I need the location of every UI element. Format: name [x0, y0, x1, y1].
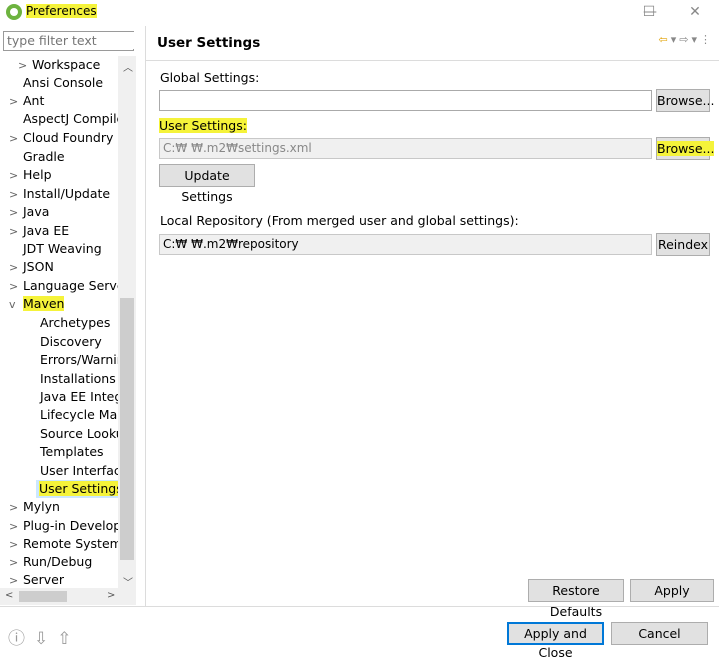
- tree-item-user-interface[interactable]: User Interface: [26, 462, 128, 480]
- tree-item-plugin-development[interactable]: >Plug-in Development: [9, 517, 136, 535]
- forward-icon[interactable]: ⇨: [679, 33, 688, 46]
- restore-defaults-button[interactable]: Restore Defaults: [528, 579, 624, 619]
- import-icon[interactable]: ⇩: [34, 629, 48, 649]
- tree-horizontal-scrollbar[interactable]: < >: [0, 588, 136, 605]
- expand-arrow-icon[interactable]: >: [9, 167, 23, 185]
- expand-arrow-icon[interactable]: >: [9, 130, 23, 148]
- scroll-thumb[interactable]: [120, 298, 134, 560]
- global-settings-input[interactable]: [159, 90, 652, 111]
- filter-input[interactable]: [4, 32, 135, 49]
- footer-divider: [0, 606, 719, 607]
- collapse-arrow-icon[interactable]: v: [9, 296, 23, 314]
- export-icon[interactable]: ⇧: [57, 629, 71, 649]
- local-repository-field: C:₩ ₩.m2₩repository: [159, 234, 652, 255]
- tree-item-server[interactable]: > Server: [9, 571, 64, 589]
- view-menu-icon[interactable]: ⋮: [700, 33, 711, 46]
- close-icon: ✕: [689, 4, 701, 20]
- tree-item-templates[interactable]: Templates: [26, 443, 104, 461]
- expand-arrow-icon[interactable]: >: [9, 278, 23, 296]
- help-icon[interactable]: ⓘ: [8, 629, 25, 649]
- page-title: User Settings: [157, 35, 261, 51]
- close-window-button[interactable]: ✕: [672, 0, 718, 26]
- expand-arrow-icon[interactable]: >: [9, 93, 23, 111]
- expand-arrow-icon[interactable]: >: [9, 536, 23, 554]
- tree-item-ant[interactable]: > Ant: [9, 92, 44, 110]
- tree-item-remote-systems[interactable]: > Remote Systems: [9, 535, 128, 553]
- tree-vertical-scrollbar[interactable]: ︿ ﹀: [118, 56, 136, 590]
- expand-arrow-icon[interactable]: >: [9, 499, 23, 517]
- forward-menu-icon[interactable]: ▾: [691, 33, 697, 46]
- user-settings-input[interactable]: C:₩ ₩.m2₩settings.xml: [159, 138, 652, 159]
- page-nav-icons: ⇦ ▾ ⇨ ▾ ⋮: [656, 33, 712, 46]
- global-browse-button[interactable]: Browse...: [656, 89, 714, 112]
- tree-item-jdt-weaving[interactable]: JDT Weaving: [9, 240, 102, 258]
- apply-button[interactable]: Apply: [630, 579, 714, 602]
- hscroll-thumb[interactable]: [19, 591, 67, 602]
- maximize-button[interactable]: ☐: [626, 0, 672, 26]
- panel-divider: [145, 26, 146, 606]
- filter-box: [3, 31, 135, 51]
- tree-item-archetypes[interactable]: Archetypes: [26, 314, 110, 332]
- tree-item-run-debug[interactable]: > Run/Debug: [9, 553, 92, 571]
- scroll-right-icon[interactable]: >: [107, 590, 115, 601]
- tree-item-language-servers[interactable]: > Language Servers: [9, 277, 136, 295]
- preference-tree: > Workspace Ansi Console > Ant AspectJ Com…: [0, 56, 136, 590]
- expand-arrow-icon[interactable]: >: [9, 259, 23, 277]
- expand-arrow-icon[interactable]: >: [9, 204, 23, 222]
- expand-arrow-icon[interactable]: >: [18, 57, 32, 75]
- tree-item-aspectj[interactable]: AspectJ Compiler: [9, 110, 129, 128]
- tree-item-installations[interactable]: Installations: [26, 370, 116, 388]
- back-icon[interactable]: ⇦: [659, 33, 668, 46]
- back-menu-icon[interactable]: ▾: [671, 33, 677, 46]
- expand-arrow-icon[interactable]: >: [9, 223, 23, 241]
- tree-item-install-update[interactable]: > Install/Update: [9, 185, 110, 203]
- tree-item-json[interactable]: > JSON: [9, 258, 54, 276]
- spring-app-icon: [6, 4, 22, 20]
- reindex-button[interactable]: Reindex: [656, 233, 710, 256]
- tree-item-source-lookup[interactable]: Source Lookup: [26, 425, 132, 443]
- tree-item-discovery[interactable]: Discovery: [26, 333, 102, 351]
- tree-item-user-settings[interactable]: User Settings: [36, 480, 126, 498]
- expand-arrow-icon[interactable]: >: [9, 554, 23, 572]
- expand-arrow-icon[interactable]: >: [9, 518, 23, 536]
- page-header: User Settings ⇦ ▾ ⇨ ▾ ⋮: [146, 26, 719, 61]
- tree-item-mylyn[interactable]: > Mylyn: [9, 498, 60, 516]
- tree-item-help[interactable]: > Help: [9, 166, 52, 184]
- tree-item-maven[interactable]: v Maven: [9, 295, 65, 314]
- scroll-left-icon[interactable]: <: [5, 590, 13, 601]
- window-title: Preferences: [26, 4, 97, 18]
- cancel-button[interactable]: Cancel: [611, 622, 708, 645]
- user-browse-button[interactable]: Browse...: [656, 137, 715, 160]
- tree-item-java-ee[interactable]: > Java EE: [9, 222, 69, 240]
- tree-item-ansi-console[interactable]: Ansi Console: [9, 74, 103, 92]
- tree-item-workspace[interactable]: > Workspace: [18, 56, 100, 74]
- update-settings-button[interactable]: Update Settings: [159, 164, 255, 204]
- local-repository-label: Local Repository (From merged user and g…: [160, 213, 519, 228]
- tree-item-java[interactable]: > Java: [9, 203, 49, 221]
- tree-item-cloud-foundry[interactable]: > Cloud Foundry: [9, 129, 113, 147]
- maximize-icon: ☐: [642, 4, 656, 20]
- expand-arrow-icon[interactable]: >: [9, 186, 23, 204]
- tree-item-gradle[interactable]: Gradle: [9, 148, 65, 166]
- user-settings-label: User Settings:: [159, 118, 247, 133]
- apply-and-close-button[interactable]: Apply and Close: [507, 622, 604, 660]
- scroll-up-icon[interactable]: ︿: [123, 59, 133, 74]
- scroll-down-icon[interactable]: ﹀: [123, 574, 133, 589]
- footer-icons: ⓘ ⇩ ⇧: [8, 624, 81, 649]
- global-settings-label: Global Settings:: [160, 70, 260, 85]
- title-bar: Preferences — ☐ ✕: [0, 0, 719, 26]
